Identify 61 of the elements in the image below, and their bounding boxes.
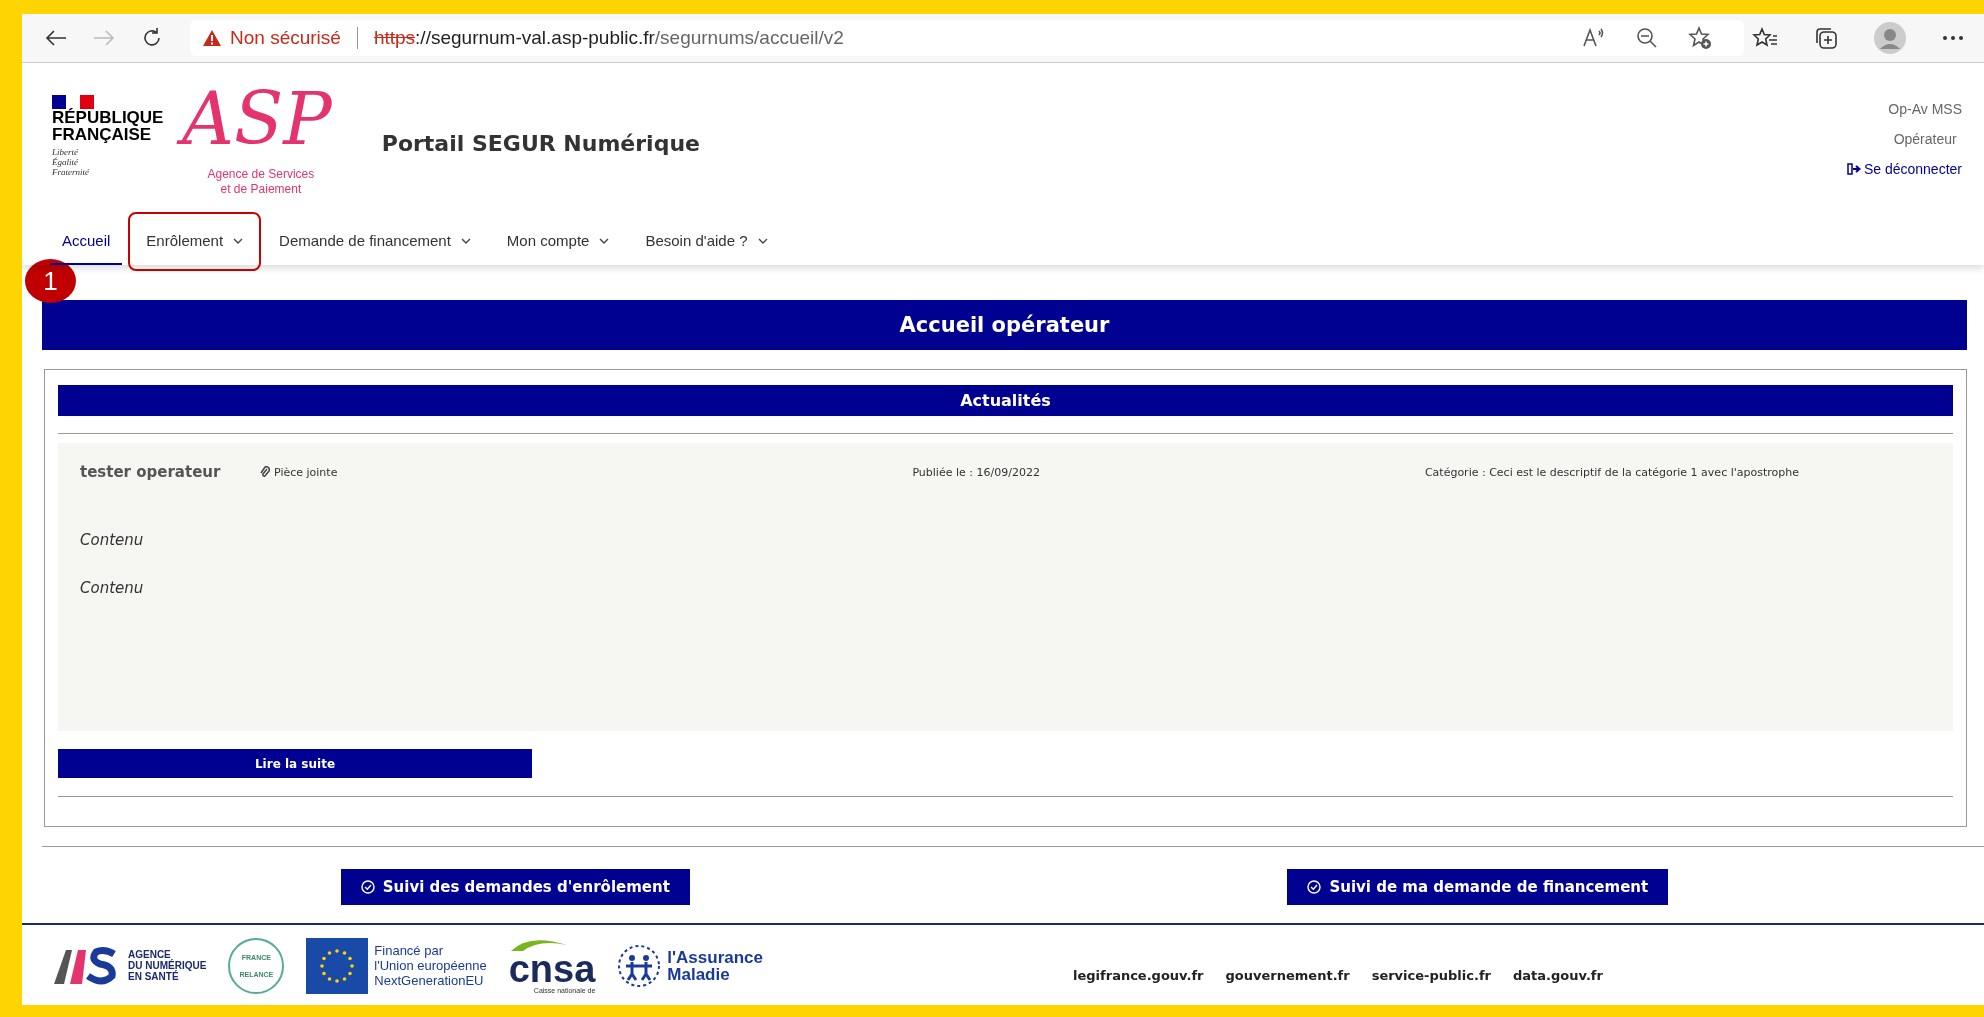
agency-name: Agence de Services [207,167,315,182]
page-title-banner: Accueil opérateur [42,300,1967,350]
star-add-icon [1688,26,1712,50]
agency-name: et de Paiement [220,182,302,197]
collections-icon[interactable] [1814,26,1838,50]
zoom-out-icon [1636,27,1658,49]
security-warning: Non sécurisé [230,27,341,49]
partner-logo-text: cnsa [508,951,596,987]
flag-icon [52,95,94,109]
motto-text: Égalité [52,157,79,167]
back-arrow-icon[interactable] [45,29,67,47]
nav-tab[interactable]: Mon compte [494,218,622,265]
news-content: Contenu [80,579,145,597]
footer-link[interactable]: gouvernement.fr [1225,968,1350,983]
favorites-list-icon[interactable] [1752,27,1778,49]
news-content: Contenu [80,531,145,549]
user-name: Op-Av MSS [1888,101,1962,117]
read-more-button[interactable]: Lire la suite [58,749,532,778]
profile-avatar-icon[interactable] [1874,22,1906,54]
reload-icon[interactable] [141,27,163,49]
motto-text: Liberté [52,147,79,157]
partner-logo-text: DU NUMÉRIQUE [128,960,207,971]
partner-logo-text: AGENCE [128,949,172,960]
nav-tab[interactable]: Enrôlement [134,218,256,265]
url-text: https://segurnum-val.asp-public.fr/segurnums/accueil/v2 [373,27,844,49]
partner-logo-text: Maladie [667,965,731,983]
address-bar[interactable]: Non sécurisé https://segurnum-val.asp-public.fr/segurnums/accueil/v2 [190,20,1744,56]
nav-tab[interactable]: Demande de financement [267,218,483,265]
people-circle-icon [617,943,662,988]
asp-logo: ASP [176,71,346,167]
logout-link[interactable]: Se déconnecter [1846,161,1962,177]
action-button[interactable]: Suivi des demandes d'enrôlement [340,869,690,905]
motto-text: Fraternité [52,167,90,177]
footer-link[interactable]: service-public.fr [1371,968,1491,983]
footer-link[interactable]: legifrance.gouv.fr [1073,968,1204,983]
user-role: Opérateur [1893,131,1957,147]
partner-logo-text: l'Union européenne [374,958,487,973]
partner-logo-text: Financé par [374,943,444,958]
news-author: tester operateur [80,463,222,481]
action-button[interactable]: Suivi de ma demande de financement [1287,869,1669,905]
footer-link[interactable]: data.gouv.fr [1512,968,1603,983]
partner-logo-text: NextGenerationEU [374,973,485,988]
partner-logo-text: EN SANTÉ [128,971,179,982]
warning-icon [202,29,222,47]
publish-date: Publiée le : 16/09/2022 [912,465,1040,479]
partner-logo-text: l'Assurance [667,948,764,966]
republic-name: FRANÇAISE [52,126,152,143]
check-circle-icon [1307,880,1322,894]
logout-icon [1846,163,1861,175]
paperclip-icon [260,466,270,478]
republic-name: RÉPUBLIQUE [52,109,162,126]
read-aloud-icon [1582,27,1606,49]
news-title-bar: Actualités [58,385,1953,416]
attachment-link[interactable]: Pièce jointe [260,465,338,479]
eu-flag-icon [306,937,369,994]
nav-tab[interactable]: Besoin d'aide ? [633,218,780,265]
portal-title: Portail SEGUR Numérique [381,131,700,156]
callout-badge: 1 [25,259,76,303]
check-circle-icon [360,880,375,894]
more-icon[interactable] [1942,35,1964,41]
news-category: Catégorie : Ceci est le descriptif de la catégorie 1 avec l'apostrophe [1424,465,1799,479]
